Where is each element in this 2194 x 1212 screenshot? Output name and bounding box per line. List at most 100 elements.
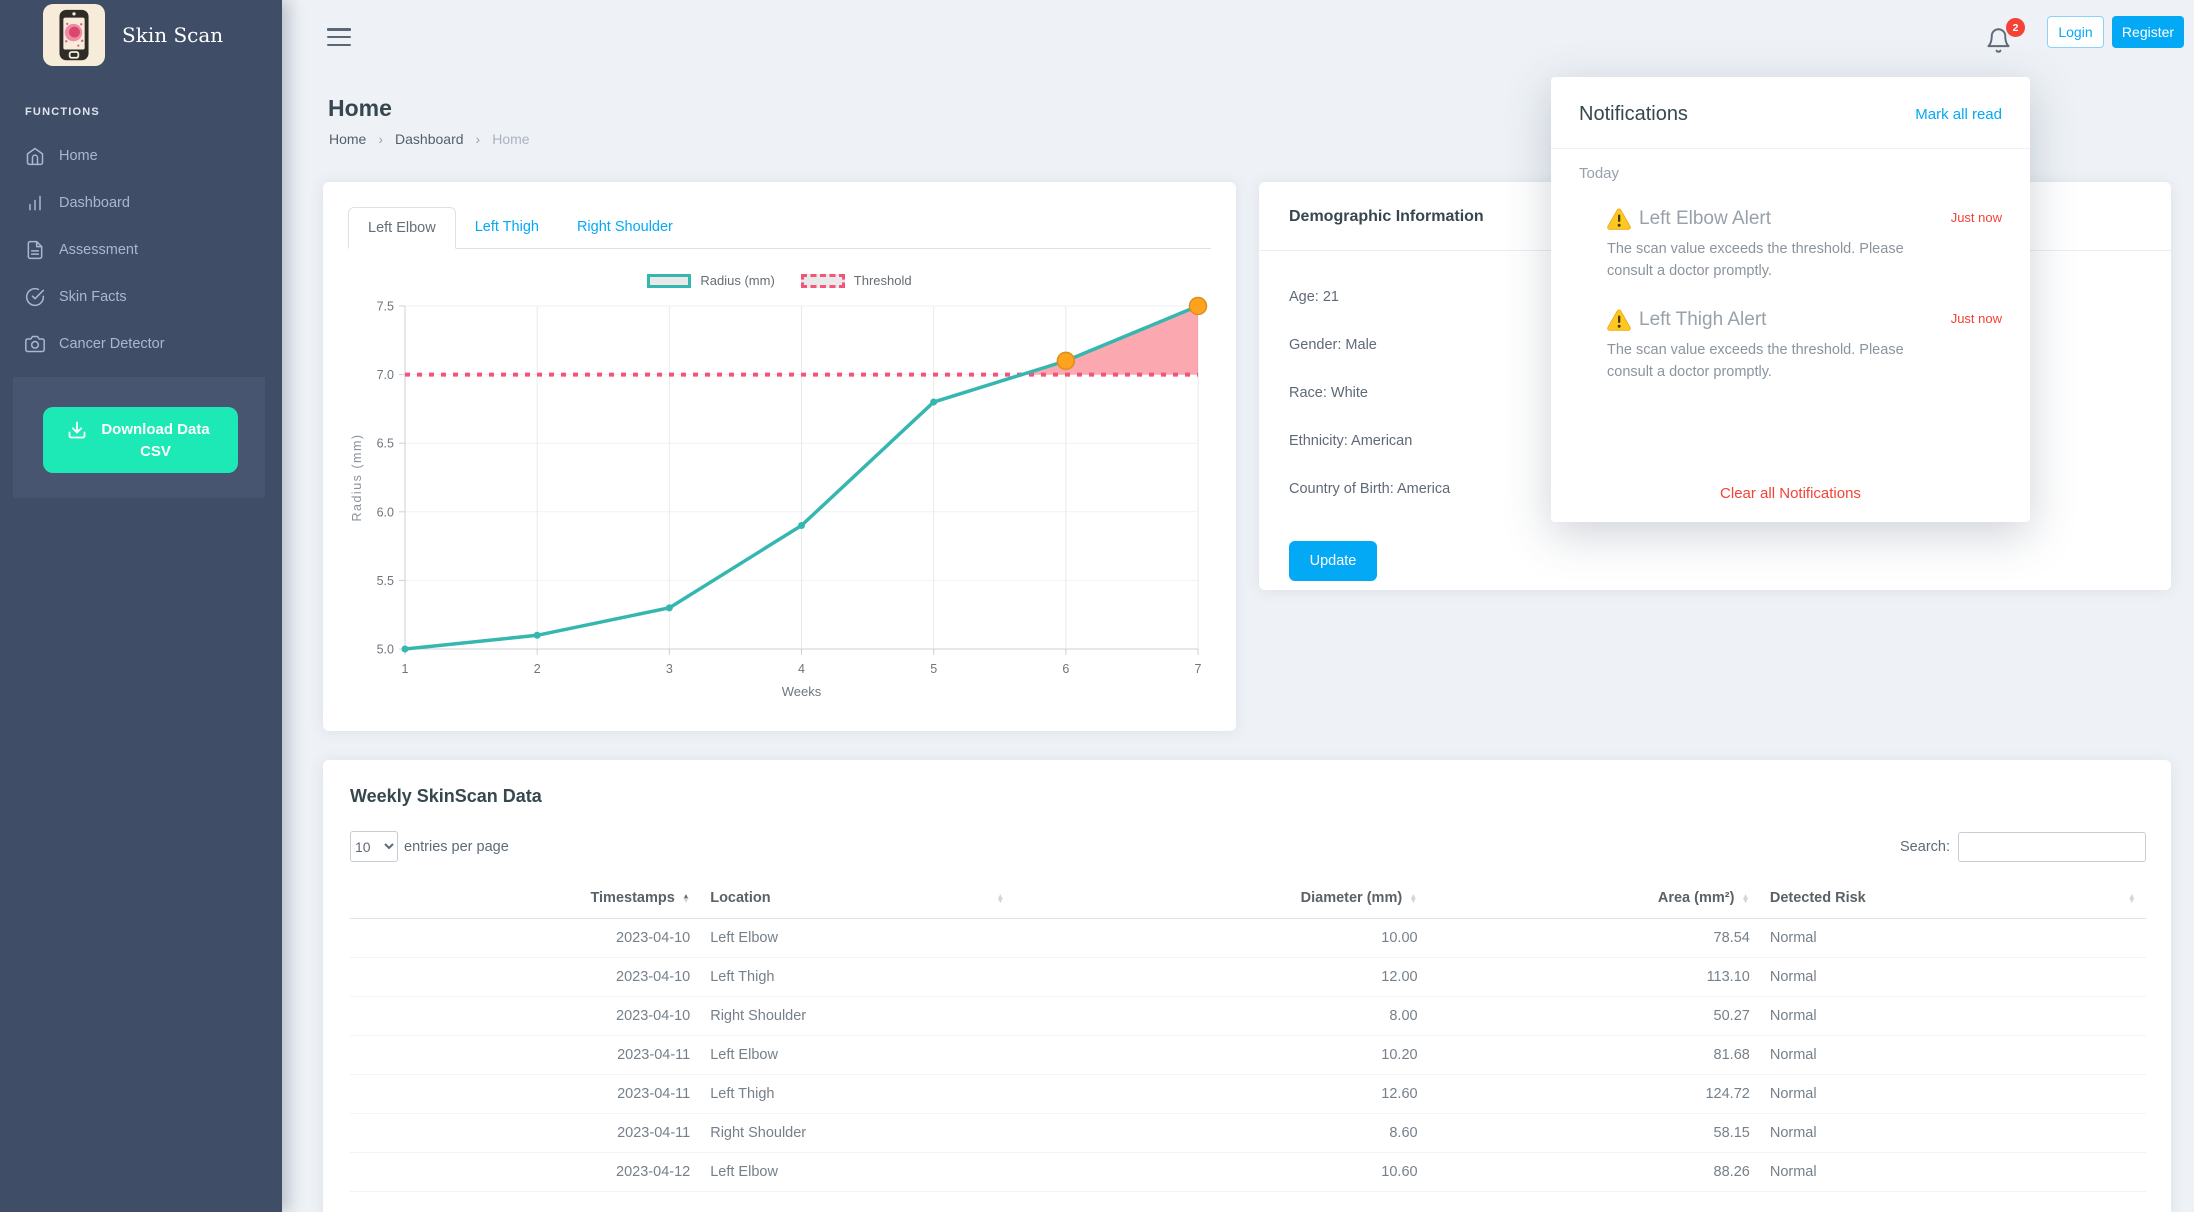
sidebar: Skin Scan FUNCTIONS HomeDashboardAssessm…: [0, 0, 282, 1212]
cell-area-mm: 81.68: [1428, 1036, 1760, 1075]
table-row: 2023-04-10Left Elbow10.0078.54Normal: [350, 919, 2146, 958]
cell-area-mm: 124.72: [1428, 1075, 1760, 1114]
weekly-data-card: Weekly SkinScan Data 10 entries per page…: [323, 760, 2171, 1212]
entries-per-page-select[interactable]: 10: [350, 831, 398, 862]
tab-left-thigh[interactable]: Left Thigh: [456, 207, 558, 249]
sort-icon: ▲▼: [1741, 894, 1749, 903]
cell-detected-risk: Normal: [1760, 1075, 2146, 1114]
sidebar-item-label: Skin Facts: [59, 289, 127, 305]
register-button[interactable]: Register: [2112, 16, 2184, 48]
breadcrumb-separator-icon: ›: [476, 131, 481, 147]
column-header-detected-risk[interactable]: Detected Risk▲▼: [1760, 878, 2146, 919]
cell-diameter-mm: 10.00: [1015, 919, 1428, 958]
svg-text:3: 3: [666, 662, 673, 676]
column-header-location[interactable]: Location▲▼: [700, 878, 1014, 919]
notifications-bell-button[interactable]: 2: [1985, 20, 2019, 58]
cell-diameter-mm: 10.20: [1015, 1036, 1428, 1075]
sidebar-item-dashboard[interactable]: Dashboard: [0, 179, 282, 226]
column-header-area-mm[interactable]: Area (mm²)▲▼: [1428, 878, 1760, 919]
mark-all-read-link[interactable]: Mark all read: [1915, 106, 2002, 123]
download-csv-label: Download Data CSV: [97, 419, 215, 463]
cell-timestamps: 2023-04-10: [350, 919, 700, 958]
sidebar-item-assessment[interactable]: Assessment: [0, 226, 282, 273]
tab-right-shoulder[interactable]: Right Shoulder: [558, 207, 692, 249]
app-root: Skin Scan FUNCTIONS HomeDashboardAssessm…: [0, 0, 2194, 1212]
cell-detected-risk: Normal: [1760, 1036, 2146, 1075]
file-text-icon: [25, 240, 45, 260]
breadcrumb-separator-icon: ›: [378, 131, 383, 147]
cell-location: Right Shoulder: [700, 997, 1014, 1036]
cell-detected-risk: Normal: [1760, 997, 2146, 1036]
cell-area-mm: 113.10: [1428, 958, 1760, 997]
legend-item-radius: Radius (mm): [647, 273, 774, 288]
svg-text:5.5: 5.5: [377, 574, 394, 588]
home-icon: [25, 146, 45, 166]
svg-text:1: 1: [402, 662, 409, 676]
warning-icon: [1607, 208, 1631, 230]
cell-area-mm: 50.27: [1428, 997, 1760, 1036]
app-title: Skin Scan: [122, 23, 223, 47]
body-location-tabs: Left ElbowLeft ThighRight Shoulder: [348, 207, 1211, 249]
download-csv-button[interactable]: Download Data CSV: [43, 407, 238, 473]
column-header-label: Timestamps: [590, 890, 674, 906]
notification-item: Left Thigh AlertJust now The scan value e…: [1607, 309, 2002, 384]
cell-diameter-mm: 8.60: [1015, 1114, 1428, 1153]
table-controls: 10 entries per page Search:: [350, 831, 2146, 862]
tab-left-elbow[interactable]: Left Elbow: [348, 207, 456, 249]
sidebar-item-label: Cancer Detector: [59, 336, 165, 352]
cell-diameter-mm: 8.00: [1015, 997, 1428, 1036]
legend-label: Threshold: [854, 273, 912, 288]
svg-text:4: 4: [798, 662, 805, 676]
table-row: 2023-04-12Left Elbow10.6088.26Normal: [350, 1153, 2146, 1192]
svg-text:6.5: 6.5: [377, 437, 394, 451]
sidebar-item-cancer-detector[interactable]: Cancer Detector: [0, 320, 282, 367]
column-header-timestamps[interactable]: Timestamps ▲▼: [350, 878, 700, 919]
column-header-label: Diameter (mm): [1301, 890, 1403, 906]
cell-location: Left Thigh: [700, 1075, 1014, 1114]
table-row: 2023-04-11Right Shoulder8.6058.15Normal: [350, 1114, 2146, 1153]
entries-per-page-label: entries per page: [404, 839, 509, 855]
cell-detected-risk: Normal: [1760, 958, 2146, 997]
sidebar-item-skin-facts[interactable]: Skin Facts: [0, 273, 282, 320]
notification-time: Just now: [1951, 311, 2002, 326]
update-button[interactable]: Update: [1289, 541, 1377, 581]
sort-icon: ▲▼: [2128, 894, 2136, 903]
column-header-diameter-mm[interactable]: Diameter (mm)▲▼: [1015, 878, 1428, 919]
cell-diameter-mm: 10.60: [1015, 1153, 1428, 1192]
check-circle-icon: [25, 287, 45, 307]
cell-detected-risk: Normal: [1760, 1153, 2146, 1192]
notification-item-header: Left Thigh Alert: [1607, 309, 2002, 331]
breadcrumb: Home›Dashboard›Home: [329, 131, 530, 147]
breadcrumb-item[interactable]: Dashboard: [395, 131, 464, 147]
cell-location: Left Elbow: [700, 919, 1014, 958]
download-panel: Download Data CSV: [13, 377, 265, 498]
search-label: Search:: [1900, 839, 1950, 855]
cell-timestamps: 2023-04-11: [350, 1114, 700, 1153]
cell-timestamps: 2023-04-11: [350, 1036, 700, 1075]
sort-icon: ▲▼: [682, 894, 690, 903]
search-input[interactable]: [1958, 832, 2146, 862]
clear-all-notifications-link[interactable]: Clear all Notifications: [1551, 485, 2030, 502]
svg-text:6: 6: [1062, 662, 1069, 676]
sidebar-nav: HomeDashboardAssessment Skin Facts Cancer …: [0, 132, 282, 367]
cell-timestamps: 2023-04-12: [350, 1153, 700, 1192]
menu-toggle-button[interactable]: [327, 28, 351, 46]
sidebar-item-home[interactable]: Home: [0, 132, 282, 179]
bar-chart-icon: [25, 193, 45, 213]
cell-location: Left Elbow: [700, 1036, 1014, 1075]
table-title: Weekly SkinScan Data: [323, 760, 2171, 807]
app-logo-row[interactable]: Skin Scan: [0, 0, 282, 66]
notification-title: Left Elbow Alert: [1639, 208, 1771, 230]
cell-timestamps: 2023-04-11: [350, 1075, 700, 1114]
warning-icon: [1607, 309, 1631, 331]
svg-text:5.0: 5.0: [377, 643, 394, 657]
column-header-label: Location: [710, 890, 770, 906]
cell-diameter-mm: 12.00: [1015, 958, 1428, 997]
breadcrumb-item[interactable]: Home: [329, 131, 366, 147]
login-button[interactable]: Login: [2047, 16, 2104, 48]
notification-body: The scan value exceeds the threshold. Pl…: [1607, 339, 1937, 384]
table-header-row: Timestamps▲▼Location▲▼Diameter (mm)▲▼Are…: [350, 878, 2146, 919]
notifications-title: Notifications: [1579, 103, 1688, 126]
notifications-header: Notifications Mark all read: [1551, 77, 2030, 149]
svg-text:7.0: 7.0: [377, 368, 394, 382]
